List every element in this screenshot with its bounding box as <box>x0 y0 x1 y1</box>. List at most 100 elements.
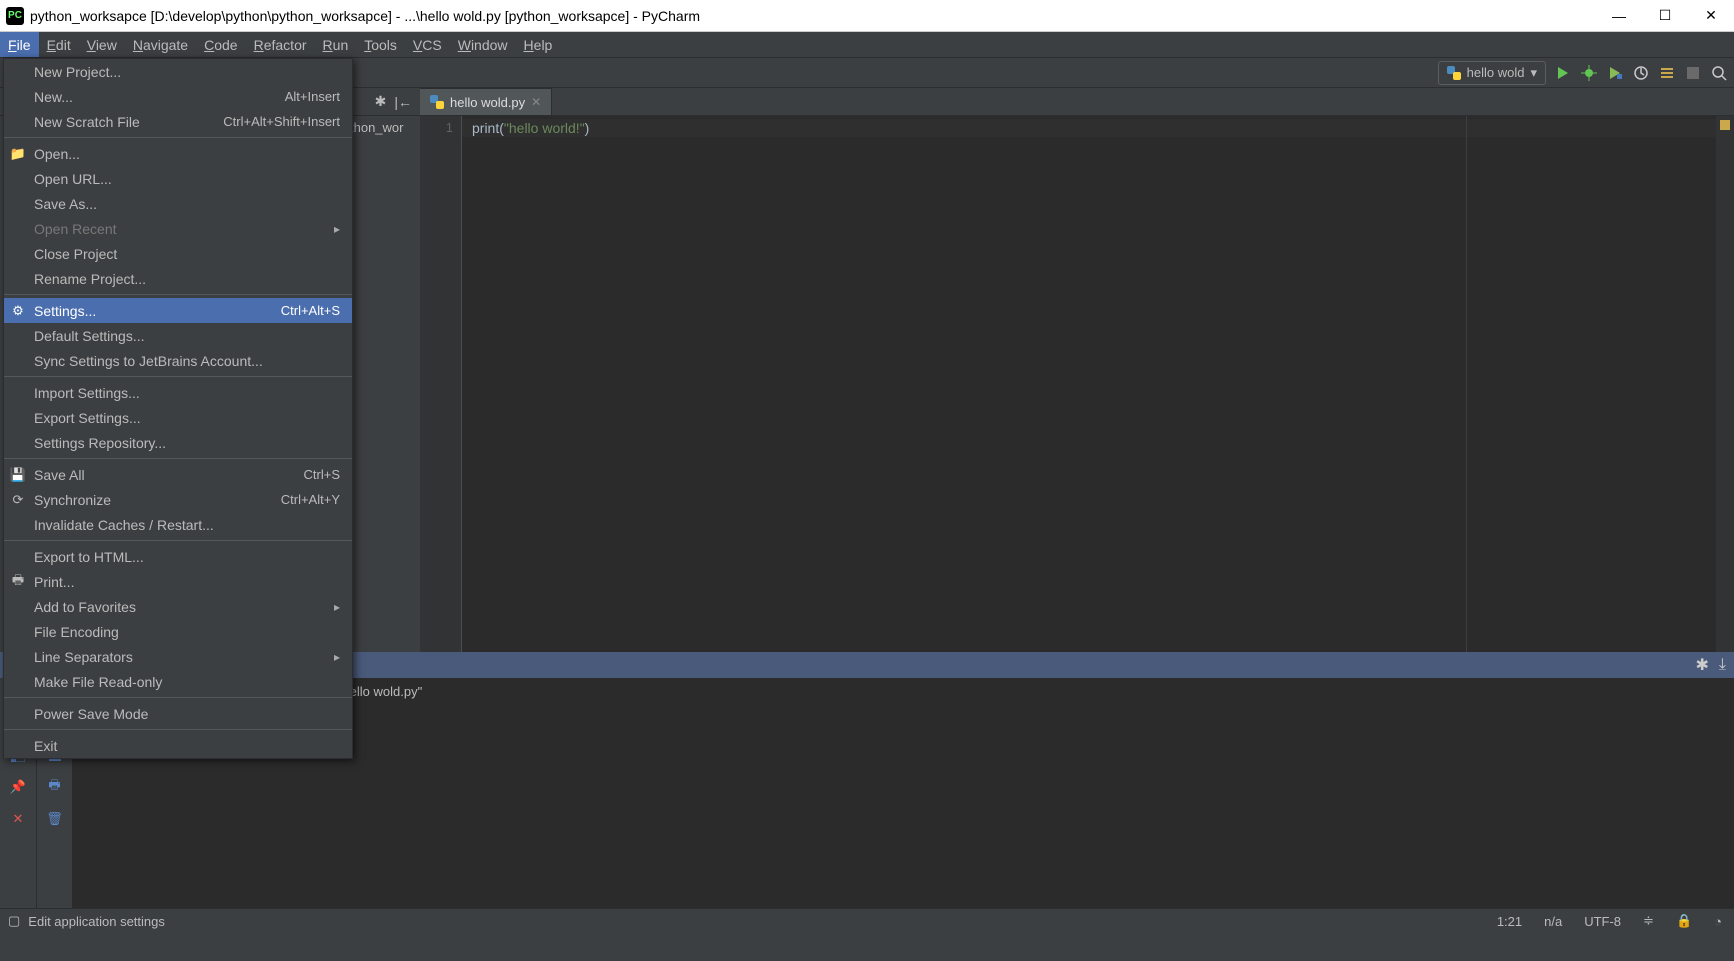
status-hint: Edit application settings <box>28 914 165 929</box>
menu-item-label: Line Separators <box>34 649 334 665</box>
menu-view[interactable]: View <box>79 32 125 57</box>
run-settings-icon[interactable]: ✱ <box>1696 655 1709 675</box>
print-icon: 🖶 <box>10 574 26 590</box>
close-window-button[interactable]: ✕ <box>1688 0 1734 32</box>
menu-separator <box>4 376 352 377</box>
sync-icon: ⟳ <box>10 492 26 508</box>
file-menu-item-line-separators[interactable]: Line Separators▸ <box>4 644 352 669</box>
code-editor[interactable]: print("hello world!") <box>462 116 1716 652</box>
menu-help[interactable]: Help <box>516 32 561 57</box>
submenu-arrow-icon: ▸ <box>334 222 340 236</box>
file-menu-item-print[interactable]: 🖶 Print... <box>4 569 352 594</box>
run-with-coverage-button[interactable] <box>1606 64 1624 82</box>
menu-item-label: Open... <box>34 146 340 162</box>
menu-edit[interactable]: Edit <box>39 32 79 57</box>
window-title: python_worksapce [D:\develop\python\pyth… <box>30 8 1596 24</box>
menu-item-label: Save All <box>34 467 304 483</box>
file-menu-item-import-settings[interactable]: Import Settings... <box>4 380 352 405</box>
run-config-selector[interactable]: hello wold ▾ <box>1438 61 1546 85</box>
file-menu-item-close-project[interactable]: Close Project <box>4 241 352 266</box>
file-menu-item-open-url[interactable]: Open URL... <box>4 166 352 191</box>
read-only-lock-icon[interactable]: 🔒 <box>1672 913 1696 929</box>
menu-item-label: Export to HTML... <box>34 549 340 565</box>
analysis-warning-marker[interactable] <box>1720 120 1730 130</box>
structure-icon[interactable] <box>1658 64 1676 82</box>
menu-code[interactable]: Code <box>196 32 245 57</box>
file-menu-item-rename-project[interactable]: Rename Project... <box>4 266 352 291</box>
close-run-icon[interactable]: ✕ <box>9 810 27 828</box>
file-menu-item-open[interactable]: 📁 Open... <box>4 141 352 166</box>
menu-item-label: Exit <box>34 738 340 754</box>
file-menu-item-synchronize[interactable]: ⟳SynchronizeCtrl+Alt+Y <box>4 487 352 512</box>
file-menu-item-add-to-favorites[interactable]: Add to Favorites▸ <box>4 594 352 619</box>
file-menu-item-open-recent: Open Recent▸ <box>4 216 352 241</box>
toolwindow-toggle-icon[interactable]: ▢ <box>8 913 20 929</box>
menu-separator <box>4 137 352 138</box>
menu-item-label: Export Settings... <box>34 410 340 426</box>
gear-icon: ⚙ <box>10 303 26 319</box>
menu-item-shortcut: Ctrl+Alt+S <box>281 303 340 318</box>
caret-position[interactable]: 1:21 <box>1493 914 1526 929</box>
window-titlebar: PC python_worksapce [D:\develop\python\p… <box>0 0 1734 32</box>
inspection-profile-icon[interactable]: ◔ <box>1710 914 1726 929</box>
file-menu-item-export-settings[interactable]: Export Settings... <box>4 405 352 430</box>
file-menu-item-export-to-html[interactable]: Export to HTML... <box>4 544 352 569</box>
menu-separator <box>4 729 352 730</box>
close-tab-icon[interactable]: ✕ <box>531 95 541 109</box>
line-separator-icon[interactable]: ≑ <box>1639 913 1658 929</box>
file-menu-item-settings-repository[interactable]: Settings Repository... <box>4 430 352 455</box>
menu-item-label: Settings Repository... <box>34 435 340 451</box>
menu-item-label: New Project... <box>34 64 340 80</box>
run-hide-icon[interactable]: ⤓ <box>1719 656 1726 674</box>
file-menu-item-settings[interactable]: ⚙Settings...Ctrl+Alt+S <box>4 298 352 323</box>
file-menu-dropdown: New Project... New...Alt+InsertNew Scratc… <box>3 58 353 759</box>
menu-item-label: Rename Project... <box>34 271 340 287</box>
menu-item-label: Invalidate Caches / Restart... <box>34 517 340 533</box>
pycharm-app-icon: PC <box>6 7 24 25</box>
menu-item-shortcut: Ctrl+S <box>304 467 340 482</box>
file-menu-item-save-as[interactable]: Save As... <box>4 191 352 216</box>
menu-run[interactable]: Run <box>315 32 357 57</box>
search-everywhere-icon[interactable] <box>1710 64 1728 82</box>
menu-window[interactable]: Window <box>450 32 516 57</box>
file-menu-item-exit[interactable]: Exit <box>4 733 352 758</box>
stop-disabled-icon <box>1684 64 1702 82</box>
file-menu-item-make-file-read-only[interactable]: Make File Read-only <box>4 669 352 694</box>
menu-file[interactable]: File <box>0 32 39 57</box>
code-token: print( <box>472 120 504 136</box>
menu-navigate[interactable]: Navigate <box>125 32 196 57</box>
run-button[interactable] <box>1554 64 1572 82</box>
minimize-button[interactable]: ― <box>1596 0 1642 32</box>
menu-tools[interactable]: Tools <box>356 32 405 57</box>
editor-tab[interactable]: hello wold.py ✕ <box>420 88 552 115</box>
file-menu-item-new-project[interactable]: New Project... <box>4 59 352 84</box>
menu-item-label: Print... <box>34 574 340 590</box>
clear-console-icon[interactable]: 🗑 <box>46 810 64 828</box>
print-console-icon[interactable]: 🖶 <box>46 778 64 796</box>
menu-vcs[interactable]: VCS <box>405 32 450 57</box>
menu-item-label: Open URL... <box>34 171 340 187</box>
update-project-icon[interactable] <box>1632 64 1650 82</box>
file-menu-item-new-scratch-file[interactable]: New Scratch FileCtrl+Alt+Shift+Insert <box>4 109 352 134</box>
file-menu-item-save-all[interactable]: 💾Save AllCtrl+S <box>4 462 352 487</box>
file-menu-item-file-encoding[interactable]: File Encoding <box>4 619 352 644</box>
project-settings-icon[interactable]: ✱ <box>375 93 387 110</box>
collapse-icon[interactable]: |← <box>394 94 412 110</box>
file-menu-item-default-settings[interactable]: Default Settings... <box>4 323 352 348</box>
file-menu-item-power-save-mode[interactable]: Power Save Mode <box>4 701 352 726</box>
insert-mode[interactable]: n/a <box>1540 914 1566 929</box>
menu-item-label: Default Settings... <box>34 328 340 344</box>
submenu-arrow-icon: ▸ <box>334 600 340 614</box>
debug-button[interactable] <box>1580 64 1598 82</box>
line-number: 1 <box>420 120 453 135</box>
file-menu-item-new[interactable]: New...Alt+Insert <box>4 84 352 109</box>
menu-item-label: File Encoding <box>34 624 340 640</box>
menu-refactor[interactable]: Refactor <box>246 32 315 57</box>
file-menu-item-invalidate-caches-restart[interactable]: Invalidate Caches / Restart... <box>4 512 352 537</box>
file-menu-item-sync-settings-to-jetbrains-account[interactable]: Sync Settings to JetBrains Account... <box>4 348 352 373</box>
file-encoding[interactable]: UTF-8 <box>1580 914 1625 929</box>
pin-icon[interactable]: 📌 <box>9 778 27 796</box>
folder-icon: 📁 <box>10 146 26 162</box>
menu-item-label: Add to Favorites <box>34 599 334 615</box>
maximize-button[interactable]: ☐ <box>1642 0 1688 32</box>
